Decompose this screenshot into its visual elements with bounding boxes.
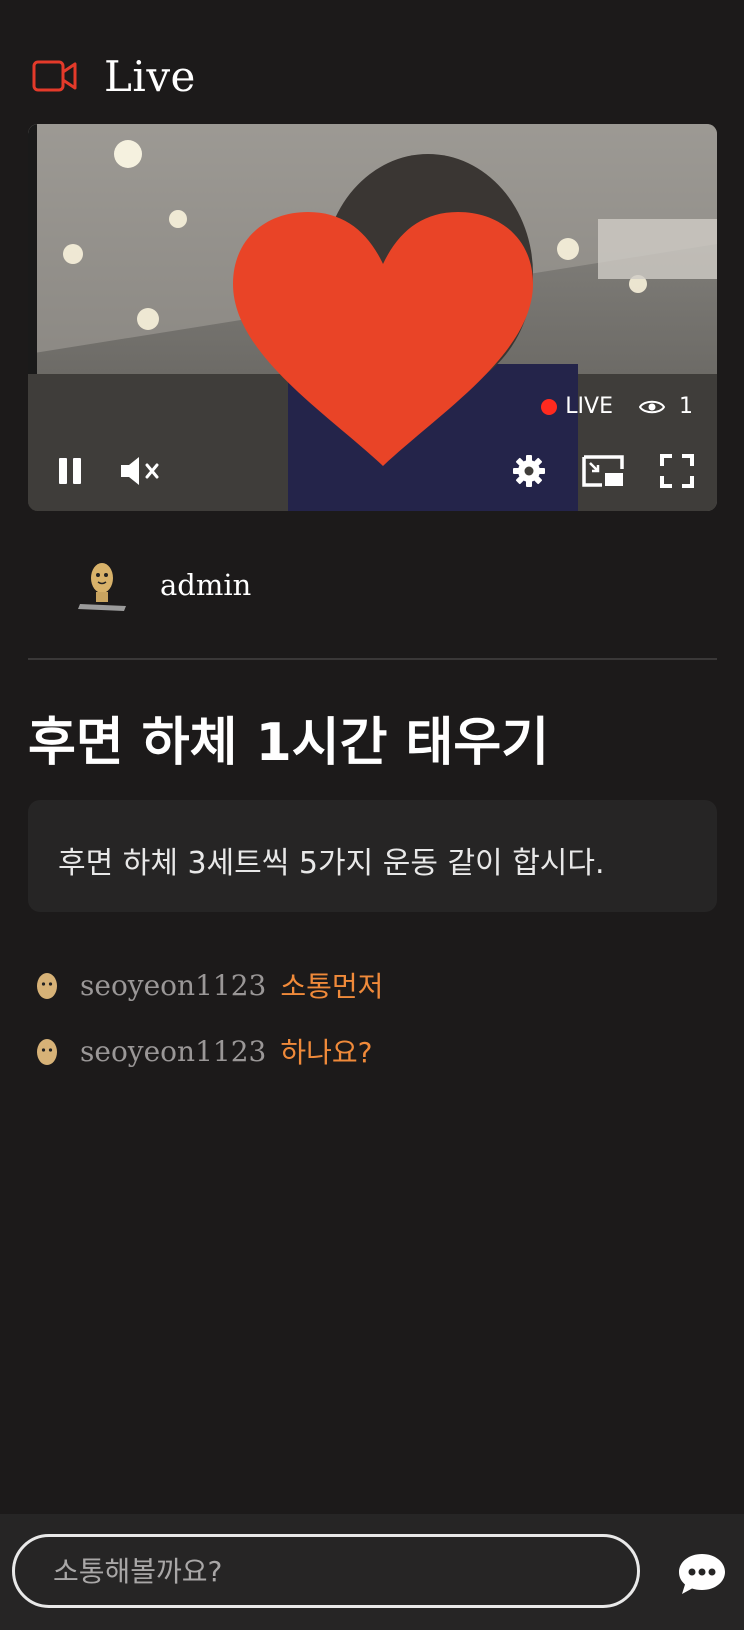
fullscreen-icon[interactable]	[655, 449, 699, 493]
live-video-player[interactable]: LIVE 1	[28, 124, 717, 511]
stream-description-box: 후면 하체 3세트씩 5가지 운동 같이 합시다.	[28, 800, 717, 912]
live-status: LIVE 1	[541, 394, 693, 419]
chat-message: seoyeon1123 하나요?	[34, 1018, 383, 1084]
live-label: LIVE	[565, 394, 613, 419]
stream-title: 후면 하체 1시간 태우기	[28, 713, 550, 773]
chat-message: seoyeon1123 소통먼저	[34, 952, 383, 1018]
page-title: Live	[104, 51, 196, 101]
chat-username: seoyeon1123	[80, 968, 267, 1002]
potato-character-avatar	[74, 556, 132, 614]
stream-description: 후면 하체 3세트씩 5가지 운동 같이 합시다.	[58, 846, 605, 881]
chat-input[interactable]	[12, 1534, 640, 1608]
eye-icon	[639, 398, 665, 416]
potato-avatar-icon	[34, 1036, 60, 1066]
viewer-count: 1	[679, 394, 693, 419]
page-header: Live	[32, 50, 196, 102]
chat-username: seoyeon1123	[80, 1034, 267, 1068]
chat-input-bar	[0, 1514, 744, 1630]
streamer-info: admin	[74, 556, 251, 614]
streamer-name: admin	[160, 568, 252, 602]
chat-messages: seoyeon1123 소통먼저 seoyeon1123 하나요?	[34, 952, 383, 1084]
picture-in-picture-icon[interactable]	[581, 449, 625, 493]
chat-text: 하나요?	[280, 1036, 373, 1069]
pause-icon[interactable]	[48, 449, 92, 493]
settings-gear-icon[interactable]	[507, 449, 551, 493]
divider	[28, 658, 717, 660]
potato-avatar-icon	[34, 970, 60, 1000]
chat-text: 소통먼저	[280, 970, 384, 1003]
video-camera-icon	[32, 56, 80, 96]
mute-icon[interactable]	[118, 449, 162, 493]
chat-bubble-icon[interactable]	[676, 1550, 728, 1598]
live-indicator-dot	[541, 398, 558, 415]
